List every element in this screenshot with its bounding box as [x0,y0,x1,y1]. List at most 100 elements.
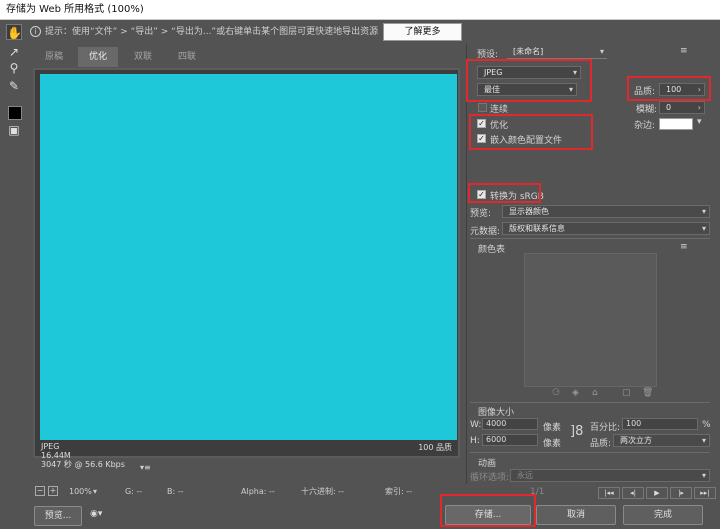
divider [470,238,710,239]
srgb-highlight [468,183,541,203]
index-readout: 索引: -- [385,487,413,496]
frame-counter: 1/1 [530,487,545,497]
done-button[interactable]: 完成 [623,505,703,525]
preview-value: 显示器颜色 [509,207,549,216]
color-table[interactable] [524,253,657,387]
window-title: 存储为 Web 所用格式 (100%) [0,0,720,20]
web-shift-icon[interactable]: ◈ [572,388,579,398]
zoom-out-icon[interactable]: − [35,486,45,496]
info-icon: i [30,26,41,37]
percent-label: 百分比: [590,423,621,433]
play-icon[interactable]: ▶ [646,487,668,499]
blue-readout: B: -- [167,487,184,496]
resample-label: 品质: [590,439,612,449]
blur-value: 0 [666,103,672,112]
chevron-right-icon: › [697,103,701,112]
zoom-tool-icon[interactable]: ⚲ [6,60,22,76]
chevron-down-icon: ▾ [701,436,706,445]
divider [470,452,710,453]
height-unit: 像素 [543,439,562,449]
matte-color-swatch[interactable] [659,118,693,130]
matte-dropdown-icon[interactable]: ▾ [697,117,702,127]
new-color-icon[interactable]: ▢ [622,388,631,398]
first-frame-icon[interactable]: |◂◂ [598,487,620,499]
link-icon[interactable]: ]8 [570,424,583,439]
save-highlight [440,494,536,527]
loop-label: 循环选项: [470,473,510,483]
zoom-level[interactable]: 100% [69,485,92,499]
blur-field[interactable]: 0 › [659,101,705,114]
zoom-in-icon[interactable]: + [48,486,58,496]
preview-dropdown[interactable]: 显示器颜色 ▾ [502,205,710,218]
last-frame-icon[interactable]: ▸▸| [694,487,716,499]
matte-label: 杂边: [634,121,656,131]
color-table-menu-icon[interactable]: ≡ [680,242,688,252]
width-label: W: [470,420,482,430]
view-tabs: 原稿 优化 双联 四联 [30,47,460,67]
divider [470,402,710,403]
learn-more-button[interactable]: 了解更多 [383,23,462,41]
tip-text: 提示：使用“文件” > “导出” > “导出为...”或右键单击某个图层可更快速… [45,27,379,37]
percent-unit: % [702,420,711,430]
resample-value: 两次立方 [620,436,652,445]
prev-frame-icon[interactable]: ◂| [622,487,644,499]
percent-input[interactable]: 100 [622,418,698,430]
chevron-down-icon: ▾ [701,471,706,480]
tab-2-up[interactable]: 双联 [124,47,162,67]
blur-label: 模糊: [636,105,658,115]
loop-dropdown[interactable]: 永远 ▾ [510,469,710,482]
hand-tool-icon[interactable]: ✋ [6,24,22,40]
width-input[interactable]: 4000 [482,418,538,430]
tab-4-up[interactable]: 四联 [168,47,206,67]
metadata-label: 元数据: [470,227,501,237]
preview-quality: 100 品质 [418,443,452,452]
alpha-readout: Alpha: -- [241,487,275,496]
zoom-dropdown-icon[interactable]: ▾ [93,485,97,499]
preview-frame: JPEG 16.44M 3047 秒 @ 56.6 Kbps ▾≡ 100 品质 [33,68,460,472]
download-speed-menu-icon[interactable]: ▾≡ [140,463,151,472]
tool-bar: ✋ ↗ ⚲ ✎ ▣ [0,22,28,142]
slice-select-tool-icon[interactable]: ↗ [6,44,22,60]
preset-value: [未命名] [513,47,544,56]
width-unit: 像素 [543,423,562,433]
preview-format: JPEG [41,442,60,451]
metadata-value: 版权和联系信息 [509,224,565,233]
chevron-down-icon: ▾ [701,224,706,233]
trash-icon[interactable]: 🗑 [642,388,653,398]
preview-info: JPEG 16.44M 3047 秒 @ 56.6 Kbps [41,442,125,469]
panel-menu-icon[interactable]: ≡ [680,46,688,56]
eyedropper-tool-icon[interactable]: ✎ [6,78,22,94]
height-input[interactable]: 6000 [482,434,538,446]
color-table-label: 颜色表 [478,245,506,255]
image-size-title: 图像大小 [478,408,515,418]
height-label: H: [470,436,480,446]
toggle-slices-icon[interactable]: ▣ [6,122,22,138]
browser-preview-icon[interactable]: ◉▾ [90,509,102,519]
tab-original[interactable]: 原稿 [36,47,72,67]
preset-dropdown[interactable]: [未命名] ▾ [507,46,607,59]
preview-size: 16.44M [41,451,71,460]
quality-highlight [627,76,711,101]
metadata-dropdown[interactable]: 版权和联系信息 ▾ [502,222,710,235]
chevron-down-icon: ▾ [599,47,604,56]
green-readout: G: -- [125,487,143,496]
next-frame-icon[interactable]: |▸ [670,487,692,499]
preview-label: 预览: [470,209,492,219]
format-highlight [466,59,592,102]
animation-title: 动画 [478,459,497,469]
image-preview[interactable] [40,74,457,440]
preview-button[interactable]: 预览... [34,506,82,526]
preview-time: 3047 秒 @ 56.6 Kbps [41,460,125,469]
resample-dropdown[interactable]: 两次立方 ▾ [613,434,710,447]
status-bar: − + 100% ▾ G: -- B: -- Alpha: -- 十六进制: -… [33,485,463,499]
options-highlight [469,114,593,150]
hex-readout: 十六进制: -- [301,487,345,496]
cancel-button[interactable]: 取消 [536,505,616,525]
eyedropper-color-swatch[interactable] [8,106,22,120]
tab-optimized[interactable]: 优化 [78,47,118,67]
lock-color-icon[interactable]: ⌂ [592,388,598,398]
map-color-icon[interactable]: ⚆ [552,388,560,398]
progressive-checkbox[interactable] [478,103,487,112]
chevron-down-icon: ▾ [701,207,706,216]
loop-value: 永远 [517,471,533,480]
